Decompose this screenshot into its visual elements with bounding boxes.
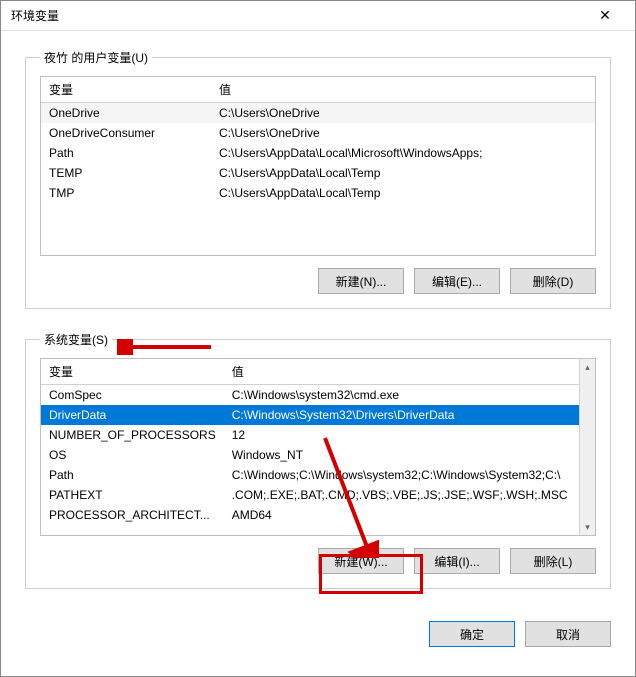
table-row[interactable]: NUMBER_OF_PROCESSORS12 xyxy=(41,425,595,445)
cell-value: C:\Users\AppData\Local\Temp xyxy=(211,183,595,203)
cell-value: 12 xyxy=(224,425,595,445)
cell-variable: TEMP xyxy=(41,163,211,183)
titlebar: 环境变量 ✕ xyxy=(1,1,635,31)
table-row[interactable]: OneDriveConsumerC:\Users\OneDrive xyxy=(41,123,595,143)
table-row[interactable]: TMPC:\Users\AppData\Local\Temp xyxy=(41,183,595,203)
scroll-up-icon[interactable]: ▴ xyxy=(580,359,595,375)
cell-variable: OS xyxy=(41,445,224,465)
cell-value: C:\Windows;C:\Windows\system32;C:\Window… xyxy=(224,465,595,485)
table-row[interactable]: DriverDataC:\Windows\System32\Drivers\Dr… xyxy=(41,405,595,425)
user-new-button[interactable]: 新建(N)... xyxy=(318,268,404,294)
client-area: 夜竹 的用户变量(U) 变量 值 OneDriveC:\Users\OneDri… xyxy=(1,31,635,676)
system-edit-button[interactable]: 编辑(I)... xyxy=(414,548,500,574)
cancel-button[interactable]: 取消 xyxy=(525,621,611,647)
user-vars-group: 夜竹 的用户变量(U) 变量 值 OneDriveC:\Users\OneDri… xyxy=(25,49,611,309)
system-delete-button[interactable]: 删除(L) xyxy=(510,548,596,574)
table-row[interactable]: PathC:\Windows;C:\Windows\system32;C:\Wi… xyxy=(41,465,595,485)
system-vars-legend: 系统变量(S) xyxy=(40,331,112,348)
cell-value: C:\Users\OneDrive xyxy=(211,103,595,124)
cell-variable: ComSpec xyxy=(41,385,224,406)
cell-variable: PATHEXT xyxy=(41,485,224,505)
user-edit-button[interactable]: 编辑(E)... xyxy=(414,268,500,294)
cell-variable: PROCESSOR_ARCHITECT... xyxy=(41,505,224,525)
table-row[interactable]: TEMPC:\Users\AppData\Local\Temp xyxy=(41,163,595,183)
table-row[interactable]: PATHEXT.COM;.EXE;.BAT;.CMD;.VBS;.VBE;.JS… xyxy=(41,485,595,505)
table-row[interactable]: PROCESSOR_ARCHITECT...AMD64 xyxy=(41,505,595,525)
user-vars-table-wrap: 变量 值 OneDriveC:\Users\OneDriveOneDriveCo… xyxy=(40,76,596,256)
table-row[interactable]: OSWindows_NT xyxy=(41,445,595,465)
cell-variable: TMP xyxy=(41,183,211,203)
cell-variable: DriverData xyxy=(41,405,224,425)
dialog-buttons: 确定 取消 xyxy=(25,611,611,657)
cell-value: .COM;.EXE;.BAT;.CMD;.VBS;.VBE;.JS;.JSE;.… xyxy=(224,485,595,505)
sys-col-variable[interactable]: 变量 xyxy=(41,359,224,385)
system-scrollbar[interactable]: ▴ ▾ xyxy=(579,359,595,535)
user-delete-button[interactable]: 删除(D) xyxy=(510,268,596,294)
cell-value: C:\Users\OneDrive xyxy=(211,123,595,143)
system-vars-buttons: 新建(W)... 编辑(I)... 删除(L) xyxy=(40,548,596,574)
table-row[interactable]: PathC:\Users\AppData\Local\Microsoft\Win… xyxy=(41,143,595,163)
system-vars-table[interactable]: 变量 值 ComSpecC:\Windows\system32\cmd.exeD… xyxy=(41,359,595,525)
cell-variable: Path xyxy=(41,465,224,485)
close-icon[interactable]: ✕ xyxy=(585,7,625,24)
user-col-variable[interactable]: 变量 xyxy=(41,77,211,103)
user-col-value[interactable]: 值 xyxy=(211,77,595,103)
table-row[interactable]: ComSpecC:\Windows\system32\cmd.exe xyxy=(41,385,595,406)
cell-value: C:\Windows\System32\Drivers\DriverData xyxy=(224,405,595,425)
cell-value: Windows_NT xyxy=(224,445,595,465)
user-vars-legend: 夜竹 的用户变量(U) xyxy=(40,49,152,66)
cell-variable: NUMBER_OF_PROCESSORS xyxy=(41,425,224,445)
user-vars-table[interactable]: 变量 值 OneDriveC:\Users\OneDriveOneDriveCo… xyxy=(41,77,595,203)
cell-variable: OneDriveConsumer xyxy=(41,123,211,143)
cell-value: AMD64 xyxy=(224,505,595,525)
user-vars-buttons: 新建(N)... 编辑(E)... 删除(D) xyxy=(40,268,596,294)
system-new-button[interactable]: 新建(W)... xyxy=(318,548,404,574)
ok-button[interactable]: 确定 xyxy=(429,621,515,647)
cell-value: C:\Users\AppData\Local\Microsoft\Windows… xyxy=(211,143,595,163)
cell-value: C:\Users\AppData\Local\Temp xyxy=(211,163,595,183)
cell-variable: OneDrive xyxy=(41,103,211,124)
table-row[interactable]: OneDriveC:\Users\OneDrive xyxy=(41,103,595,124)
sys-col-value[interactable]: 值 xyxy=(224,359,595,385)
cell-variable: Path xyxy=(41,143,211,163)
cell-value: C:\Windows\system32\cmd.exe xyxy=(224,385,595,406)
system-vars-group: 系统变量(S) 变量 值 ComSpecC:\Windows\system32\… xyxy=(25,331,611,589)
window-title: 环境变量 xyxy=(11,7,585,24)
scroll-down-icon[interactable]: ▾ xyxy=(580,519,595,535)
system-vars-table-wrap: 变量 值 ComSpecC:\Windows\system32\cmd.exeD… xyxy=(40,358,596,536)
env-vars-dialog: 环境变量 ✕ 夜竹 的用户变量(U) 变量 值 OneDriveC:\Users… xyxy=(0,0,636,677)
